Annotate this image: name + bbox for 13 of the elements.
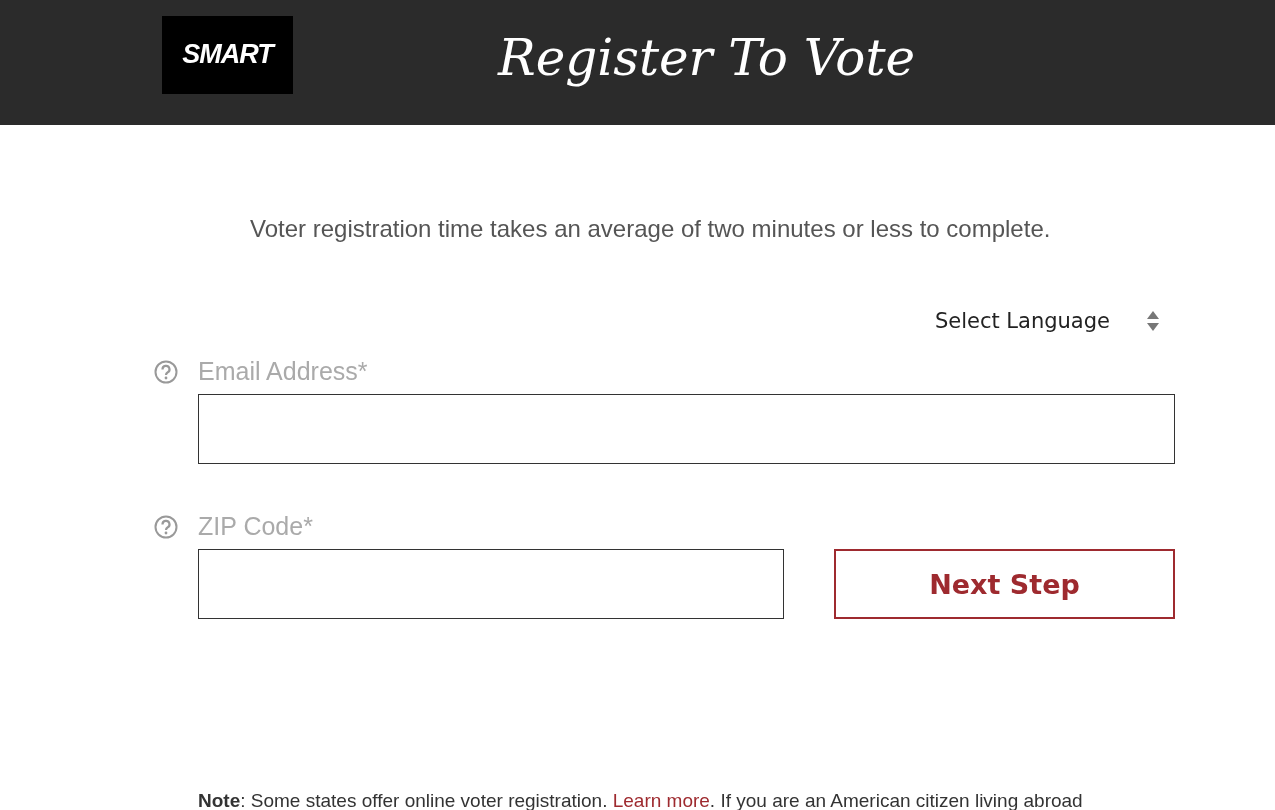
- page-title: Register To Vote: [498, 28, 916, 87]
- language-select[interactable]: Select Language: [934, 309, 1175, 333]
- field-label: ZIP Code*: [198, 512, 313, 541]
- sort-arrows-icon: [1146, 309, 1160, 333]
- help-icon[interactable]: [154, 514, 178, 539]
- email-input-field[interactable]: [198, 394, 1175, 464]
- help-icon[interactable]: [154, 359, 178, 384]
- next-step-button[interactable]: Next Step: [834, 549, 1175, 619]
- zip-input-field[interactable]: [198, 549, 784, 619]
- field-label: Email Address*: [198, 357, 368, 386]
- logo[interactable]: SMART: [162, 15, 293, 94]
- learn-more-link[interactable]: Learn more: [612, 790, 710, 810]
- intro-text: Voter registration time takes an average of two minutes or less to complete.: [250, 215, 1052, 243]
